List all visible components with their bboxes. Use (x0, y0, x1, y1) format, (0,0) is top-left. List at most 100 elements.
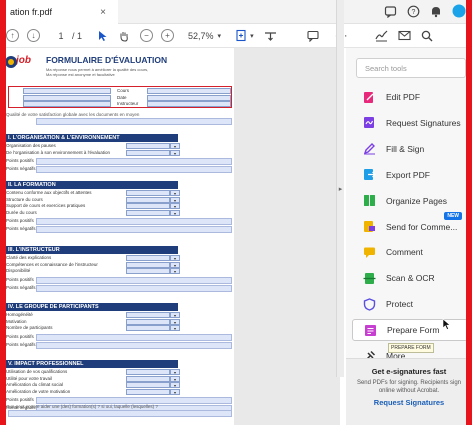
criterion-label: Contenu conforme aux objectifs et attent… (6, 190, 92, 195)
message-icon[interactable] (384, 5, 397, 18)
tool-fill-sign[interactable]: Fill & Sign (352, 138, 470, 160)
points-field[interactable] (36, 333, 232, 341)
rating-field[interactable] (126, 268, 170, 274)
close-tab-icon[interactable]: × (100, 7, 106, 18)
rating-dropdown-icon[interactable]: ▾ (170, 375, 180, 382)
rating-dropdown-icon[interactable]: ▾ (170, 203, 180, 209)
points-field[interactable] (36, 397, 232, 404)
rating-dropdown-icon[interactable]: ▾ (170, 143, 180, 149)
points-field[interactable] (36, 276, 232, 284)
rating-field[interactable] (126, 325, 170, 331)
profile-icon[interactable] (452, 4, 466, 18)
tool-edit-pdf[interactable]: Edit PDF (352, 86, 470, 108)
panel-collapse-handle[interactable]: ▸ (336, 0, 344, 377)
points-field[interactable] (36, 158, 232, 165)
criterion-label: Clarté des explications (6, 255, 52, 260)
search-tools-input[interactable]: Search tools (356, 58, 466, 78)
tool-export-pdf[interactable]: Export PDF (352, 164, 470, 186)
rating-dropdown-icon[interactable]: ▾ (170, 190, 180, 196)
rating-dropdown-icon[interactable]: ▾ (170, 209, 180, 216)
page-fit-icon[interactable] (235, 29, 248, 42)
points-field[interactable] (36, 218, 232, 225)
rating-field[interactable] (126, 203, 170, 209)
help-icon[interactable]: ? (407, 5, 420, 18)
cours-field[interactable] (147, 88, 231, 94)
sign-icon[interactable] (375, 30, 388, 42)
rating-field[interactable] (126, 143, 170, 149)
frame-border-left (0, 0, 6, 425)
bell-icon[interactable] (430, 5, 442, 18)
document-background (238, 48, 328, 425)
fill-sign-icon (362, 142, 376, 156)
tool-prepare-form[interactable]: Prepare Form (352, 319, 470, 342)
request-signatures-link[interactable]: Request Signatures (346, 398, 472, 407)
rating-field[interactable] (126, 369, 170, 375)
rating-field[interactable] (126, 196, 170, 203)
rating-dropdown-icon[interactable]: ▾ (170, 268, 180, 274)
export-pdf-icon (362, 168, 376, 182)
email-field[interactable] (23, 101, 111, 107)
page-total: / 1 (72, 30, 83, 41)
criterion-label: Utilisation de vos qualifications (6, 369, 68, 374)
rating-field[interactable] (126, 209, 170, 216)
tool-protect[interactable]: Protect (352, 293, 470, 315)
points-field[interactable] (36, 284, 232, 292)
rating-field[interactable] (126, 255, 170, 261)
zoom-in-icon[interactable]: + (161, 29, 175, 42)
final-field[interactable] (8, 410, 232, 417)
rating-dropdown-icon[interactable]: ▾ (170, 255, 180, 261)
points-field[interactable] (36, 226, 232, 233)
rating-field[interactable] (126, 388, 170, 395)
rating-field[interactable] (126, 149, 170, 156)
instructeur-field[interactable] (147, 101, 231, 107)
scroll-mode-icon[interactable] (264, 30, 277, 42)
tool-scan-ocr[interactable]: Scan & OCR (352, 267, 470, 289)
rating-field[interactable] (126, 375, 170, 382)
points-label: Points positifs (6, 158, 34, 163)
tool-request-signatures[interactable]: Request Signatures (352, 112, 470, 134)
criterion-label: Motivation (6, 318, 27, 324)
overall-field[interactable] (36, 118, 232, 125)
comment-tool-icon[interactable] (307, 30, 319, 42)
rating-dropdown-icon[interactable]: ▾ (170, 312, 180, 318)
organize-pages-icon (362, 194, 376, 208)
rating-field[interactable] (126, 190, 170, 196)
rating-field[interactable] (126, 382, 170, 388)
page-number-input[interactable]: 1 (54, 31, 68, 41)
rating-dropdown-icon[interactable]: ▾ (170, 149, 180, 156)
hand-tool-icon[interactable] (118, 30, 130, 42)
points-field[interactable] (36, 166, 232, 173)
next-page-icon[interactable]: ↓ (27, 29, 40, 42)
search-icon[interactable] (421, 30, 433, 42)
document-tab[interactable]: ation fr.pdf × (6, 0, 118, 24)
form-title: FORMULAIRE D'ÉVALUATION (46, 55, 168, 65)
select-cursor-icon[interactable] (98, 30, 108, 42)
rating-dropdown-icon[interactable]: ▾ (170, 325, 180, 331)
rating-dropdown-icon[interactable]: ▾ (170, 382, 180, 388)
zoom-dropdown-icon[interactable]: ▾ (218, 32, 222, 40)
email-icon[interactable] (398, 30, 411, 41)
rating-dropdown-icon[interactable]: ▾ (170, 261, 180, 268)
tab-bar: ation fr.pdf × ? (0, 0, 472, 24)
zoom-level[interactable]: 52,7% (188, 31, 214, 41)
criterion-label: Compétences et connaissance de l'instruc… (6, 261, 98, 267)
rating-field[interactable] (126, 318, 170, 325)
rating-dropdown-icon[interactable]: ▾ (170, 318, 180, 325)
document-viewport[interactable]: job FORMULAIRE D'ÉVALUATION Ma réponse n… (0, 48, 340, 425)
tool-label: Export PDF (386, 169, 430, 180)
points-label: Points positifs (6, 218, 34, 223)
points-field[interactable] (36, 341, 232, 349)
rating-field[interactable] (126, 261, 170, 268)
tool-comment[interactable]: Comment (352, 241, 470, 263)
rating-field[interactable] (126, 312, 170, 318)
rating-dropdown-icon[interactable]: ▾ (170, 196, 180, 203)
name-field[interactable] (23, 88, 111, 94)
page-fit-dropdown-icon[interactable]: ▾ (250, 32, 254, 40)
rating-dropdown-icon[interactable]: ▾ (170, 369, 180, 375)
prev-page-icon[interactable]: ↑ (6, 29, 19, 42)
tool-organize-pages[interactable]: Organize Pages (352, 190, 470, 212)
section-header: V. IMPACT PROFESSIONNEL (6, 360, 178, 368)
tool-send-comment[interactable]: Send for Comme... NEW (352, 211, 470, 238)
zoom-out-icon[interactable]: − (140, 29, 154, 42)
rating-dropdown-icon[interactable]: ▾ (170, 388, 180, 395)
